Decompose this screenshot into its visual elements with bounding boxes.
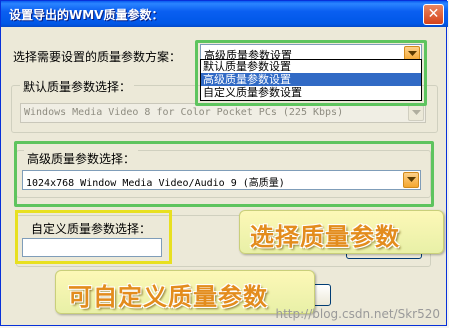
close-button[interactable]: ✕ bbox=[423, 4, 444, 25]
default-dropdown-button bbox=[408, 105, 424, 121]
default-quality-select: Windows Media Video 8 for Color Pocket P… bbox=[20, 103, 426, 123]
custom-highlight-frame bbox=[15, 210, 172, 264]
scheme-label: 选择需要设置的质量参数方案： bbox=[13, 50, 182, 64]
choose-quality-callout: 选择质量参数 bbox=[239, 210, 444, 254]
scheme-options-list[interactable]: 默认质量参数设置 高级质量参数设置 自定义质量参数设置 bbox=[200, 59, 422, 101]
default-group-title: 默认质量参数选择： bbox=[20, 78, 135, 95]
close-icon: ✕ bbox=[427, 6, 440, 22]
scheme-option-default[interactable]: 默认质量参数设置 bbox=[201, 60, 421, 73]
dialog-window: 设置导出的WMV质量参数： ✕ 选择需要设置的质量参数方案： 高级质量参数设置 … bbox=[0, 0, 448, 326]
scheme-option-advanced[interactable]: 高级质量参数设置 bbox=[201, 73, 421, 86]
advanced-highlight-frame bbox=[14, 141, 434, 207]
default-quality-value: Windows Media Video 8 for Color Pocket P… bbox=[24, 107, 344, 118]
title-bar[interactable]: 设置导出的WMV质量参数： ✕ bbox=[1, 1, 448, 27]
scheme-option-custom[interactable]: 自定义质量参数设置 bbox=[201, 86, 421, 99]
watermark: http://blog.csdn.net/Skr520 bbox=[275, 307, 440, 321]
choose-quality-text: 选择质量参数 bbox=[250, 222, 400, 251]
chevron-down-icon bbox=[412, 110, 421, 115]
window-title: 设置导出的WMV质量参数： bbox=[9, 8, 164, 22]
custom-quality-text: 可自定义质量参数 bbox=[68, 282, 268, 311]
